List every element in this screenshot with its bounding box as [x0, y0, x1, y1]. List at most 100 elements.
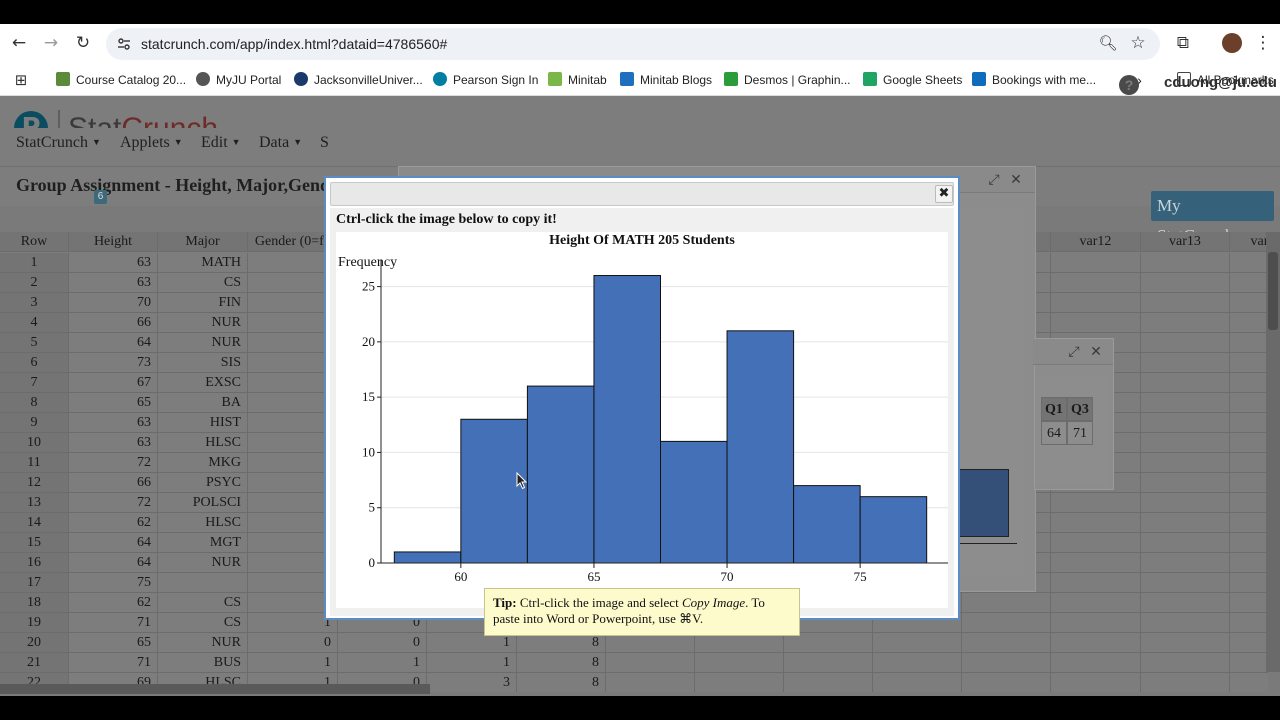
table-cell[interactable]: 3 — [427, 673, 517, 692]
table-cell[interactable] — [1051, 533, 1141, 553]
table-cell[interactable] — [1051, 633, 1141, 653]
table-cell[interactable] — [1141, 433, 1230, 453]
table-cell[interactable]: SIS — [158, 353, 248, 373]
row-number[interactable]: 17 — [0, 573, 69, 593]
bookmark-minitab-blogs[interactable]: Minitab Blogs — [620, 70, 712, 90]
table-cell[interactable]: 71 — [69, 653, 158, 673]
table-cell[interactable] — [1141, 253, 1230, 273]
table-cell[interactable]: CS — [158, 593, 248, 613]
table-cell[interactable] — [1230, 293, 1268, 313]
table-cell[interactable] — [1051, 593, 1141, 613]
table-cell[interactable]: NUR — [158, 313, 248, 333]
row-number[interactable]: 7 — [0, 373, 69, 393]
table-cell[interactable] — [1230, 313, 1268, 333]
table-cell[interactable] — [1141, 673, 1230, 692]
table-cell[interactable] — [1230, 593, 1268, 613]
table-cell[interactable]: 67 — [69, 373, 158, 393]
table-cell[interactable]: MKG — [158, 453, 248, 473]
table-cell[interactable] — [1230, 513, 1268, 533]
row-number[interactable]: 1 — [0, 253, 69, 273]
close-icon[interactable]: ✕ — [1007, 171, 1025, 189]
table-cell[interactable] — [1141, 273, 1230, 293]
menu-statcrunch[interactable]: StatCrunch ▼ — [16, 134, 101, 152]
table-cell[interactable] — [1141, 533, 1230, 553]
table-cell[interactable]: EXSC — [158, 373, 248, 393]
table-cell[interactable]: NUR — [158, 553, 248, 573]
table-cell[interactable] — [1141, 333, 1230, 353]
table-cell[interactable] — [1141, 353, 1230, 373]
table-cell[interactable] — [1230, 413, 1268, 433]
table-cell[interactable] — [873, 633, 962, 653]
table-cell[interactable] — [1230, 373, 1268, 393]
table-cell[interactable] — [1141, 633, 1230, 653]
table-cell[interactable] — [1141, 413, 1230, 433]
back-icon[interactable]: ← — [8, 32, 30, 54]
table-cell[interactable] — [1141, 373, 1230, 393]
table-cell[interactable]: 66 — [69, 473, 158, 493]
table-cell[interactable] — [1230, 673, 1268, 692]
url-text[interactable]: statcrunch.com/app/index.html?dataid=478… — [141, 36, 447, 52]
apps-grid-icon[interactable]: ⊞ — [10, 69, 32, 91]
table-cell[interactable]: 66 — [69, 313, 158, 333]
table-cell[interactable] — [1141, 313, 1230, 333]
table-cell[interactable] — [695, 673, 784, 692]
row-number[interactable]: 16 — [0, 553, 69, 573]
table-cell[interactable] — [1141, 593, 1230, 613]
table-cell[interactable]: NUR — [158, 633, 248, 653]
extensions-icon[interactable]: ⧉ — [1172, 32, 1194, 54]
table-cell[interactable] — [1230, 273, 1268, 293]
table-cell[interactable] — [1051, 553, 1141, 573]
horizontal-scrollbar[interactable] — [0, 684, 430, 694]
table-cell[interactable] — [962, 653, 1051, 673]
table-cell[interactable] — [1141, 653, 1230, 673]
table-cell[interactable] — [1230, 493, 1268, 513]
row-number[interactable]: 4 — [0, 313, 69, 333]
row-number[interactable]: 5 — [0, 333, 69, 353]
bookmark-jacksonville[interactable]: JacksonvilleUniver... — [294, 70, 423, 90]
table-cell[interactable] — [1230, 253, 1268, 273]
table-cell[interactable] — [962, 673, 1051, 692]
close-icon[interactable]: ✖ — [935, 185, 953, 203]
table-cell[interactable] — [1051, 293, 1141, 313]
table-cell[interactable] — [873, 653, 962, 673]
table-cell[interactable]: 1 — [427, 653, 517, 673]
table-cell[interactable] — [606, 633, 695, 653]
zoom-icon[interactable]: 🔍︎ — [1097, 32, 1119, 54]
table-cell[interactable] — [1141, 573, 1230, 593]
table-cell[interactable] — [1230, 473, 1268, 493]
table-cell[interactable]: CS — [158, 273, 248, 293]
table-cell[interactable] — [784, 673, 873, 692]
table-cell[interactable] — [962, 613, 1051, 633]
table-cell[interactable] — [1230, 633, 1268, 653]
forward-icon[interactable]: → — [40, 32, 62, 54]
user-email[interactable]: cduong@ju.edu — [1164, 74, 1277, 91]
column-header[interactable]: var13 — [1141, 232, 1230, 252]
close-icon[interactable]: ✕ — [1087, 343, 1105, 361]
column-header[interactable]: var12 — [1051, 232, 1141, 252]
row-number[interactable]: 13 — [0, 493, 69, 513]
table-cell[interactable] — [1051, 613, 1141, 633]
table-cell[interactable] — [1051, 573, 1141, 593]
table-cell[interactable]: PSYC — [158, 473, 248, 493]
table-cell[interactable] — [1141, 613, 1230, 633]
table-cell[interactable] — [1230, 333, 1268, 353]
table-cell[interactable] — [784, 633, 873, 653]
table-cell[interactable]: HLSC — [158, 513, 248, 533]
table-cell[interactable]: 70 — [69, 293, 158, 313]
menu-data[interactable]: Data ▼ — [259, 134, 302, 152]
table-cell[interactable]: 1 — [338, 653, 427, 673]
column-header[interactable]: var — [1230, 232, 1268, 252]
table-cell[interactable] — [962, 593, 1051, 613]
more-menu-icon[interactable]: ⋮ — [1252, 32, 1274, 54]
row-number[interactable]: 12 — [0, 473, 69, 493]
table-cell[interactable]: 8 — [517, 633, 606, 653]
table-cell[interactable]: 72 — [69, 493, 158, 513]
table-cell[interactable]: 63 — [69, 413, 158, 433]
site-settings-icon[interactable] — [116, 36, 132, 52]
bookmark-pearson[interactable]: Pearson Sign In — [433, 70, 538, 90]
bookmark-bookings[interactable]: Bookings with me... — [972, 70, 1096, 90]
table-cell[interactable] — [1230, 533, 1268, 553]
table-cell[interactable] — [1051, 653, 1141, 673]
table-cell[interactable]: 75 — [69, 573, 158, 593]
table-cell[interactable]: 8 — [517, 653, 606, 673]
